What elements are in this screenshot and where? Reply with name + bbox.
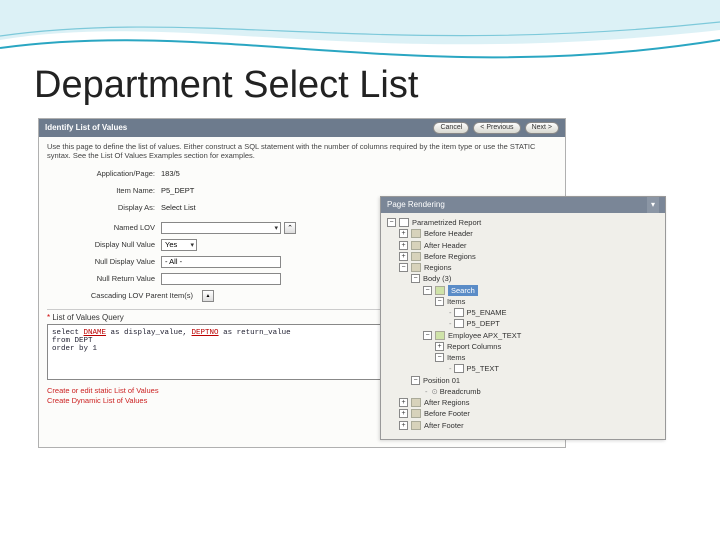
expand-icon[interactable]: + [399,409,408,418]
page-icon [399,218,409,227]
named-lov-select[interactable] [161,222,281,234]
null-return-value-input[interactable] [161,273,281,285]
page-rendering-header: Page Rendering ▾ [381,197,665,213]
collapse-icon[interactable]: − [423,331,432,340]
expand-icon[interactable]: + [399,421,408,430]
item-icon [454,364,464,373]
cascading-lov-popup-icon[interactable] [202,290,214,302]
page-rendering-menu-icon[interactable]: ▾ [647,197,659,213]
tree-report-columns[interactable]: Report Columns [447,341,501,352]
tree-p5-dept[interactable]: P5_DEPT [467,318,500,329]
collapse-icon[interactable]: − [411,376,420,385]
lov-panel-header: Identify List of Values Cancel < Previou… [39,119,565,137]
tree-position-01[interactable]: Position 01 [423,375,460,386]
item-icon [454,319,464,328]
application-page-label: Application/Page: [49,169,161,178]
folder-icon [411,421,421,430]
tree-items[interactable]: Items [447,296,465,307]
item-name-label: Item Name: [49,186,161,195]
tree-before-regions[interactable]: Before Regions [424,251,476,262]
display-null-value-label: Display Null Value [49,240,161,249]
collapse-icon[interactable]: − [423,286,432,295]
expand-icon[interactable]: + [435,342,444,351]
tree-before-footer[interactable]: Before Footer [424,408,470,419]
named-lov-helper-icon[interactable]: ⌃ [284,222,296,234]
slide-title: Department Select List [34,64,418,107]
tree-after-regions[interactable]: After Regions [424,397,469,408]
lov-panel-title: Identify List of Values [45,119,127,137]
item-name-value: P5_DEPT [161,186,194,195]
tree-search-region[interactable]: Search [448,285,478,296]
region-icon [435,286,445,295]
tree-root[interactable]: Parametrized Report [412,217,481,228]
application-page-value: 183/5 [161,169,180,178]
tree-employee-apx[interactable]: Employee APX_TEXT [448,330,521,341]
collapse-icon[interactable]: − [399,263,408,272]
cascading-lov-label: Cascading LOV Parent Item(s) [49,291,199,300]
tree-after-footer[interactable]: After Footer [424,420,464,431]
expand-icon[interactable]: + [399,241,408,250]
display-as-value: Select List [161,203,196,212]
cancel-button[interactable]: Cancel [433,122,469,134]
collapse-icon[interactable]: − [387,218,396,227]
collapse-icon[interactable]: − [435,297,444,306]
folder-icon [411,409,421,418]
display-null-value-select[interactable]: Yes [161,239,197,251]
null-display-value-input[interactable] [161,256,281,268]
display-as-label: Display As: [49,203,161,212]
named-lov-label: Named LOV [49,223,161,232]
page-rendering-title: Page Rendering [387,197,445,213]
tree-before-header[interactable]: Before Header [424,228,473,239]
next-button[interactable]: Next > [525,122,559,134]
item-icon [454,308,464,317]
page-rendering-tree: − Parametrized Report + Before Header + Aft… [381,213,665,431]
null-display-value-label: Null Display Value [49,257,161,266]
folder-icon [411,263,421,272]
region-icon [435,331,445,340]
collapse-icon[interactable]: − [435,353,444,362]
collapse-icon[interactable]: − [411,274,420,283]
folder-icon [411,229,421,238]
folder-icon [411,241,421,250]
tree-p5-text[interactable]: P5_TEXT [467,363,500,374]
expand-icon[interactable]: + [399,252,408,261]
tree-body[interactable]: Body (3) [423,273,451,284]
folder-icon [411,252,421,261]
tree-p5-ename[interactable]: P5_ENAME [467,307,507,318]
tree-items-2[interactable]: Items [447,352,465,363]
tree-breadcrumb[interactable]: Breadcrumb [440,386,481,397]
expand-icon[interactable]: + [399,398,408,407]
lov-panel-description: Use this page to define the list of valu… [39,137,565,161]
null-return-value-label: Null Return Value [49,274,161,283]
previous-button[interactable]: < Previous [473,122,520,134]
expand-icon[interactable]: + [399,229,408,238]
tree-regions[interactable]: Regions [424,262,452,273]
folder-icon [411,398,421,407]
page-rendering-panel: Page Rendering ▾ − Parametrized Report + B… [380,196,666,440]
tree-after-header[interactable]: After Header [424,240,467,251]
